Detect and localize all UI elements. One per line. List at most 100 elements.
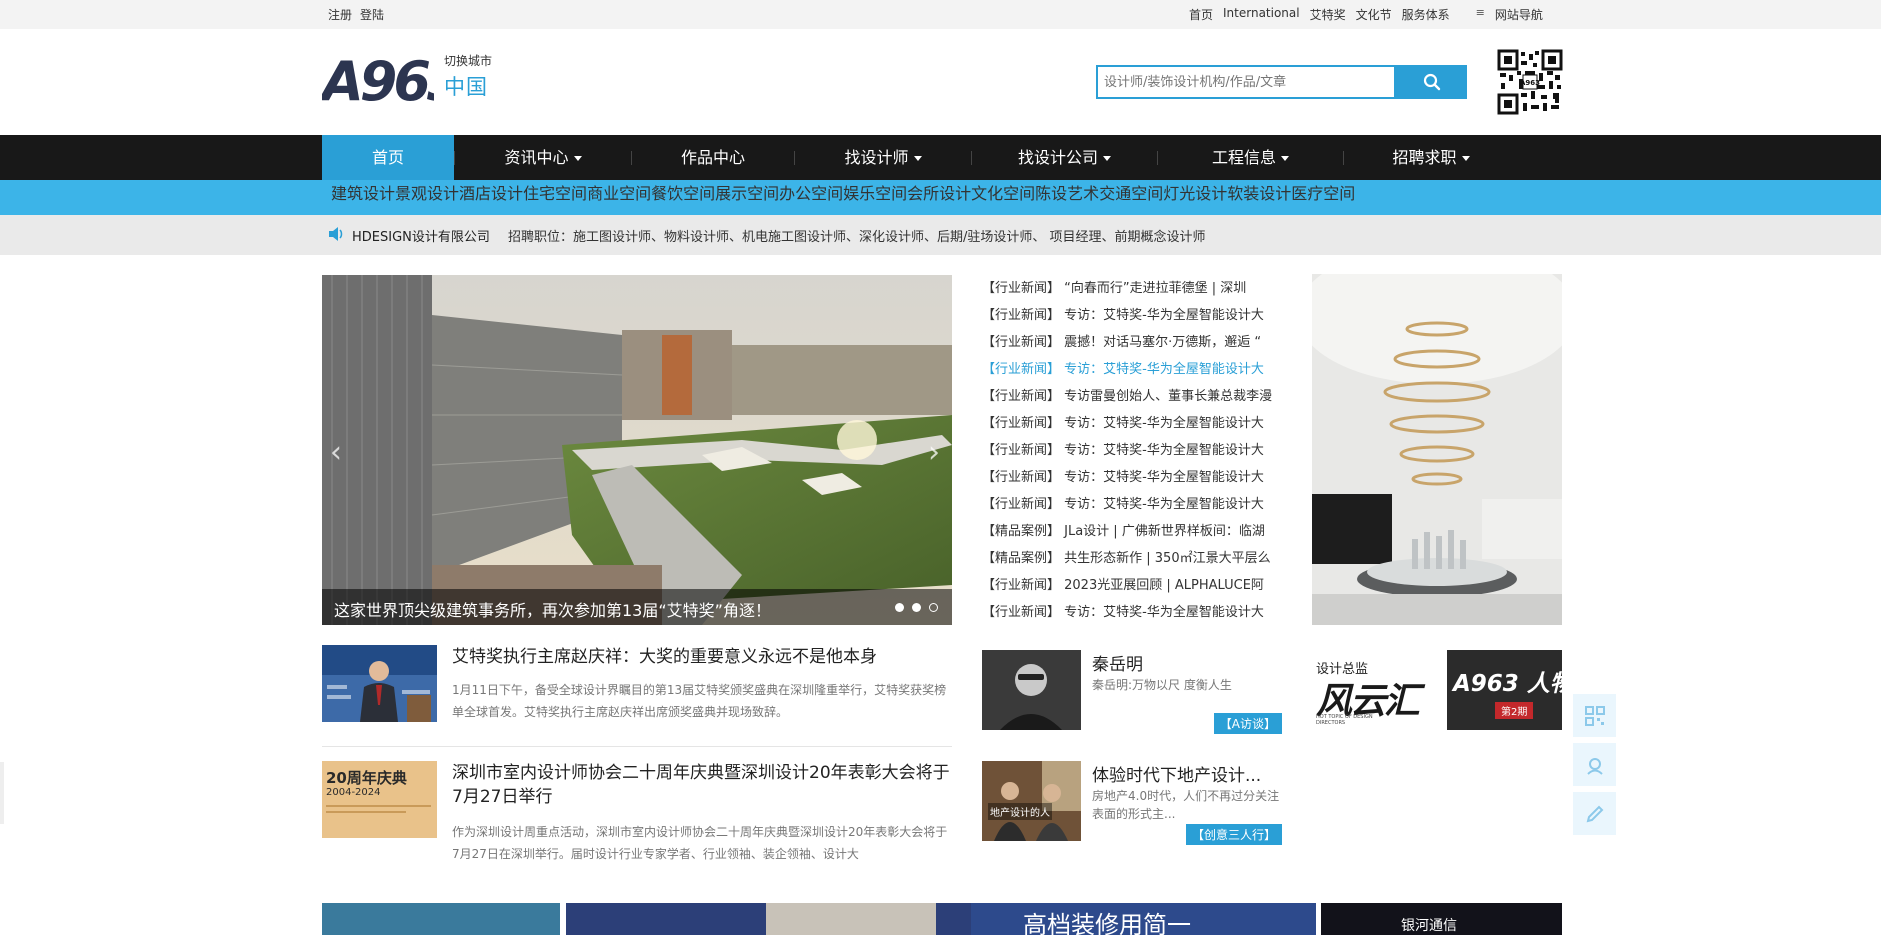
divider — [322, 746, 952, 747]
news-item[interactable]: 【行业新闻】 专访：艾特奖-华为全屋智能设计大 — [982, 439, 1282, 466]
category-link[interactable]: 商业空间 — [587, 180, 651, 215]
logo-text: A963 — [322, 50, 434, 113]
hero-slider[interactable]: ‹ › 这家世界顶尖级建筑事务所，再次参加第13届“艾特奖”角逐！ — [322, 275, 952, 625]
customer-service-button[interactable] — [1573, 743, 1616, 786]
news-item[interactable]: 【行业新闻】 专访：艾特奖-华为全屋智能设计大 — [982, 493, 1282, 520]
article-thumbnail — [322, 645, 437, 722]
news-item[interactable]: 【行业新闻】 2023光亚展回顾 | ALPHALUCE阿 — [982, 574, 1282, 601]
talk-tag[interactable]: 【创意三人行】 — [1185, 824, 1282, 845]
directors-topic-banner[interactable]: 设计总监 风云汇 HOT TOPIC OF DESIGN DIRECTORS — [1312, 650, 1430, 730]
qr-code: A963 — [1497, 49, 1563, 115]
article-summary: 作为深圳设计周重点活动，深圳市室内设计师协会二十周年庆典暨深圳设计20年表彰大会… — [452, 825, 948, 861]
slide-caption-bar: 这家世界顶尖级建筑事务所，再次参加第13届“艾特奖”角逐！ — [322, 589, 952, 625]
interview-card[interactable]: 地产设计的人 体验时代下地产设计... 房地产4.0时代，人们不再过分关注表面的… — [982, 761, 1282, 845]
nav-works-center[interactable]: 作品中心 — [632, 135, 794, 180]
news-item[interactable]: 【行业新闻】 专访：艾特奖-华为全屋智能设计大 — [982, 601, 1282, 628]
search-input[interactable] — [1096, 65, 1396, 99]
slide-dot[interactable] — [912, 603, 921, 612]
category-link[interactable]: 软装设计 — [1227, 180, 1291, 215]
nav-news-center[interactable]: 资讯中心 — [455, 135, 631, 180]
prev-slide-icon[interactable]: ‹ — [330, 435, 342, 470]
site-nav-link[interactable]: 网站导航 — [1495, 6, 1543, 23]
category-link[interactable]: 会所设计 — [907, 180, 971, 215]
article-title[interactable]: 艾特奖执行主席赵庆祥：大奖的重要意义永远不是他本身 — [452, 645, 952, 669]
culture-festival-link[interactable]: 文化节 — [1356, 6, 1392, 23]
nav-find-company[interactable]: 找设计公司 — [972, 135, 1157, 180]
chevron-down-icon — [1461, 156, 1470, 161]
interview-summary: 秦岳明:万物以尺 度衡人生 — [1092, 678, 1232, 692]
city-switch-label: 切换城市 — [444, 54, 493, 68]
chevron-down-icon — [1103, 156, 1111, 161]
home-link[interactable]: 首页 — [1189, 6, 1213, 23]
top-bar: 注册 登陆 首页 International 艾特奖 文化节 服务体系 ≡ 网站… — [0, 0, 1881, 29]
category-link[interactable]: 文化空间 — [971, 180, 1035, 215]
qr-float-button[interactable] — [1573, 694, 1616, 737]
a963-people-banner[interactable]: A963 人物 第2期 — [1447, 650, 1573, 730]
nav-recruitment[interactable]: 招聘求职 — [1344, 135, 1518, 180]
ite-award-link[interactable]: 艾特奖 — [1310, 6, 1346, 23]
chevron-down-icon — [913, 156, 922, 161]
next-slide-icon[interactable]: › — [928, 435, 940, 470]
article-item[interactable]: 20周年庆典 2004-2024 深圳市室内设计师协会二十周年庆典暨深圳设计20… — [322, 761, 952, 871]
news-item[interactable]: 【行业新闻】 专访：艾特奖-华为全屋智能设计大 — [982, 412, 1282, 439]
site-logo[interactable]: A963 — [318, 46, 466, 116]
news-item[interactable]: 【行业新闻】 专访：艾特奖-华为全屋智能设计大 — [982, 304, 1282, 331]
city-switcher[interactable]: 切换城市 中国 — [444, 52, 492, 101]
bottom-ad[interactable] — [566, 903, 971, 935]
chevron-down-icon — [573, 156, 582, 161]
category-link[interactable]: 酒店设计 — [459, 180, 523, 215]
register-link[interactable]: 注册 — [328, 6, 352, 23]
category-link[interactable]: 景观设计 — [395, 180, 459, 215]
category-link[interactable]: 陈设艺术 — [1035, 180, 1099, 215]
ticker-company[interactable]: HDESIGN设计有限公司 — [352, 226, 490, 245]
interview-tag[interactable]: 【A访谈】 — [1213, 713, 1282, 734]
interview-card[interactable]: 秦岳明 秦岳明:万物以尺 度衡人生 【A访谈】 — [982, 650, 1282, 734]
feedback-button[interactable] — [1573, 792, 1616, 835]
news-item[interactable]: 【行业新闻】 “向春而行”走进拉菲德堡 | 深圳 — [982, 277, 1282, 304]
interviewee-name[interactable]: 秦岳明 — [1092, 650, 1143, 675]
news-item[interactable]: 【行业新闻】 专访雷曼创始人、董事长兼总裁李漫 — [982, 385, 1282, 412]
nav-home[interactable]: 首页 — [322, 135, 454, 180]
nav-find-designer[interactable]: 找设计师 — [795, 135, 971, 180]
category-link[interactable]: 交通空间 — [1099, 180, 1163, 215]
ticker-jobs[interactable]: 招聘职位：施工图设计师、物料设计师、机电施工图设计师、深化设计师、后期/驻场设计… — [508, 226, 1206, 245]
news-item[interactable]: 【精品案例】 共生形态新作 | 350㎡江景大平层么 — [982, 547, 1282, 574]
news-item[interactable]: 【行业新闻】 专访：艾特奖-华为全屋智能设计大 — [982, 466, 1282, 493]
category-link[interactable]: 餐饮空间 — [651, 180, 715, 215]
slide-image — [322, 275, 952, 625]
bottom-ad[interactable] — [322, 903, 560, 935]
slide-dot[interactable] — [929, 603, 938, 612]
slide-dot[interactable] — [895, 603, 904, 612]
news-item[interactable]: 【行业新闻】 震撼！对话马塞尔·万德斯，邂逅 “ — [982, 331, 1282, 358]
slide-dots — [895, 603, 938, 612]
category-link[interactable]: 医疗空间 — [1291, 180, 1355, 215]
speaker-icon — [328, 226, 344, 246]
category-link[interactable]: 办公空间 — [779, 180, 843, 215]
international-link[interactable]: International — [1223, 6, 1300, 23]
bottom-ad[interactable]: 高档装修用简一 — [971, 903, 1316, 939]
article-title[interactable]: 深圳市室内设计师协会二十周年庆典暨深圳设计20年表彰大会将于7月27日举行 — [452, 761, 952, 809]
category-link[interactable]: 娱乐空间 — [843, 180, 907, 215]
talk-summary: 房地产4.0时代，人们不再过分关注表面的形式主... — [1092, 789, 1280, 821]
category-link[interactable]: 住宅空间 — [523, 180, 587, 215]
article-thumbnail: 20周年庆典 2004-2024 — [322, 761, 437, 838]
account-links: 注册 登陆 — [328, 6, 384, 23]
talk-title[interactable]: 体验时代下地产设计... — [1092, 761, 1261, 786]
nav-project-info[interactable]: 工程信息 — [1158, 135, 1343, 180]
category-link[interactable]: 建筑设计 — [331, 180, 395, 215]
feature-ad-image[interactable] — [1297, 244, 1577, 625]
qr-icon — [1584, 705, 1605, 726]
slide-caption[interactable]: 这家世界顶尖级建筑事务所，再次参加第13届“艾特奖”角逐！ — [334, 597, 771, 621]
category-link[interactable]: 展示空间 — [715, 180, 779, 215]
interviewee-photo — [982, 650, 1081, 730]
support-icon — [1586, 757, 1603, 775]
category-link[interactable]: 灯光设计 — [1163, 180, 1227, 215]
news-item[interactable]: 【行业新闻】 专访：艾特奖-华为全屋智能设计大 — [982, 358, 1282, 385]
article-item[interactable]: 艾特奖执行主席赵庆祥：大奖的重要意义永远不是他本身 1月11日下午，备受全球设计… — [322, 645, 952, 725]
services-link[interactable]: 服务体系 — [1402, 6, 1450, 23]
login-link[interactable]: 登陆 — [360, 6, 384, 23]
news-item[interactable]: 【精品案例】 JLa设计 | 广佛新世界样板间：临湖 — [982, 520, 1282, 547]
top-right-links: 首页 International 艾特奖 文化节 服务体系 ≡ 网站导航 — [1189, 6, 1543, 23]
search-button[interactable] — [1396, 65, 1467, 99]
bottom-ad[interactable]: 银河通信 — [1321, 903, 1562, 935]
